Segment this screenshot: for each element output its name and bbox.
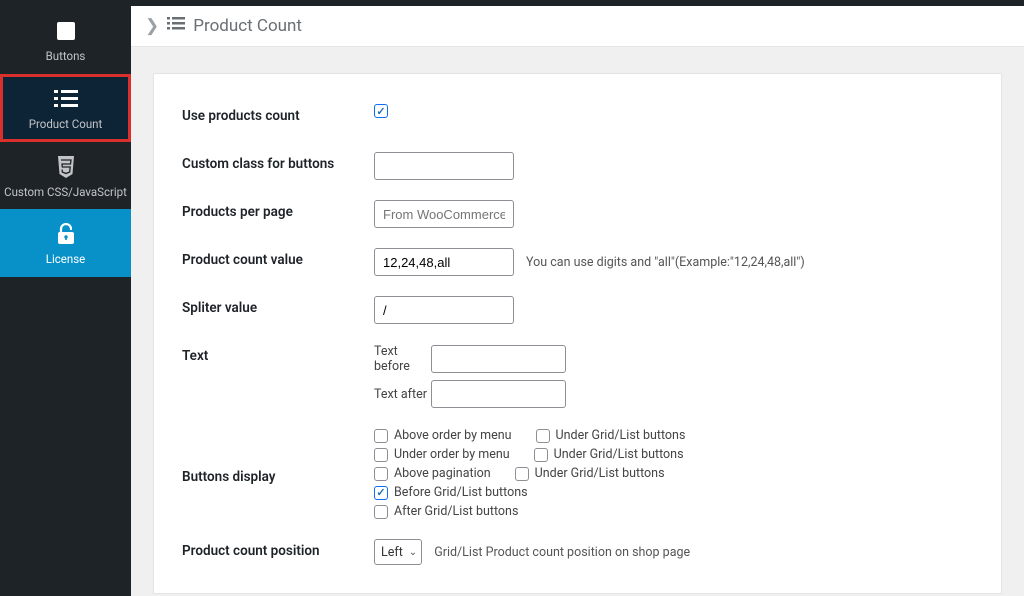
app-root: Buttons Product Count Custom CSS/JavaScr… (0, 0, 1024, 596)
row-position: Product count position Left ⌄ Grid/List … (182, 539, 973, 569)
row-per-page: Products per page (182, 200, 973, 230)
sidebar-item-buttons[interactable]: Buttons (0, 6, 131, 74)
hint-position: Grid/List Product count position on shop… (434, 545, 690, 560)
row-custom-class: Custom class for buttons (182, 152, 973, 182)
sidebar-item-label: License (46, 253, 86, 267)
checkbox-display-0[interactable] (374, 429, 388, 443)
checkbox-label: Under Grid/List buttons (554, 447, 684, 462)
label-custom-class: Custom class for buttons (182, 152, 374, 172)
checkbox-display-1[interactable] (536, 429, 550, 443)
checkbox-label: Above pagination (394, 466, 491, 481)
sidebar-item-license[interactable]: License (0, 209, 131, 277)
label-use-products-count: Use products count (182, 104, 374, 124)
checkbox-use-products-count[interactable] (374, 104, 388, 118)
checkbox-display-5[interactable] (515, 467, 529, 481)
css-icon (53, 154, 79, 180)
sidebar-item-label: Buttons (46, 50, 86, 64)
hint-count-value: You can use digits and "all"(Example:"12… (526, 255, 805, 270)
select-value: Left (381, 545, 403, 560)
unlock-icon (53, 221, 79, 247)
sidebar-item-custom-css-js[interactable]: Custom CSS/JavaScript (0, 142, 131, 210)
input-per-page[interactable] (374, 200, 514, 228)
label-text-after: Text after (374, 387, 431, 402)
input-count-value[interactable] (374, 248, 514, 276)
sidebar-item-label: Product Count (29, 118, 103, 132)
list-icon (53, 86, 79, 112)
label-text-before: Text before (374, 344, 431, 374)
input-spliter[interactable] (374, 296, 514, 324)
checkbox-display-7[interactable] (374, 505, 388, 519)
checkbox-display-2[interactable] (374, 448, 388, 462)
content-wrap: Use products count Custom class for butt… (131, 47, 1024, 596)
top-bar (0, 0, 1024, 6)
checkbox-label: Under Grid/List buttons (535, 466, 665, 481)
sidebar-item-product-count[interactable]: Product Count (0, 74, 131, 142)
input-custom-class[interactable] (374, 152, 514, 180)
row-text: Text Text before Text after (182, 344, 973, 410)
checkbox-label: Before Grid/List buttons (394, 485, 528, 500)
settings-card: Use products count Custom class for butt… (153, 73, 1002, 594)
checkbox-display-6[interactable] (374, 486, 388, 500)
page-title: Product Count (193, 16, 302, 36)
main-area: ❯ Product Count Use products count Custo… (131, 0, 1024, 596)
checkbox-label: Under order by menu (394, 447, 510, 462)
label-per-page: Products per page (182, 200, 374, 220)
label-buttons-display: Buttons display (182, 465, 374, 485)
label-position: Product count position (182, 539, 374, 559)
label-spliter: Spliter value (182, 296, 374, 316)
row-use-products-count: Use products count (182, 104, 973, 134)
sidebar-item-label: Custom CSS/JavaScript (4, 186, 127, 200)
panel-header: ❯ Product Count (131, 6, 1024, 47)
chevron-down-icon: ⌄ (409, 547, 417, 558)
row-buttons-display: Buttons display Above order by menu Unde… (182, 428, 973, 521)
row-count-value: Product count value You can use digits a… (182, 248, 973, 278)
checkbox-label: After Grid/List buttons (394, 504, 518, 519)
checkbox-display-3[interactable] (534, 448, 548, 462)
chevron-right-icon: ❯ (145, 16, 159, 36)
label-text: Text (182, 344, 374, 364)
input-text-before[interactable] (431, 345, 566, 373)
input-text-after[interactable] (431, 380, 566, 408)
sidebar: Buttons Product Count Custom CSS/JavaScr… (0, 0, 131, 596)
checkbox-label: Above order by menu (394, 428, 512, 443)
row-spliter: Spliter value (182, 296, 973, 326)
select-position[interactable]: Left ⌄ (374, 539, 422, 565)
label-count-value: Product count value (182, 248, 374, 268)
checkbox-label: Under Grid/List buttons (556, 428, 686, 443)
buttons-icon (53, 18, 79, 44)
checkbox-display-4[interactable] (374, 467, 388, 481)
list-header-icon (167, 16, 185, 36)
